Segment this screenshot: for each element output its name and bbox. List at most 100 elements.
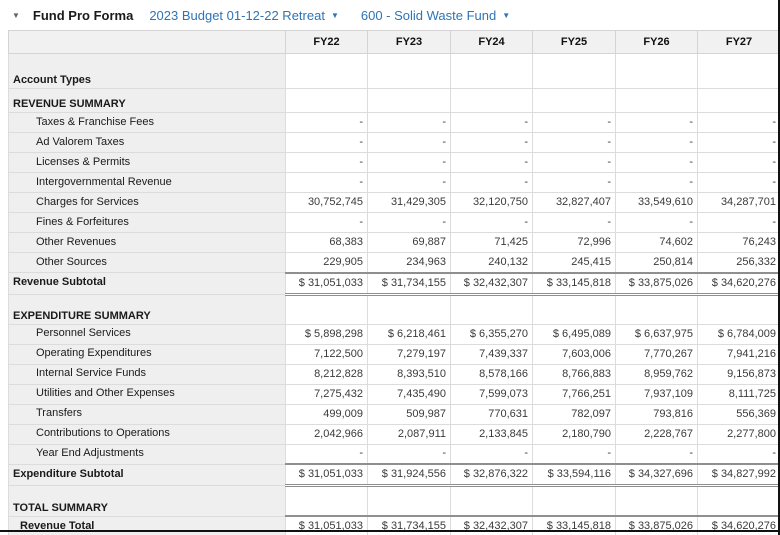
value-cell-fy27	[698, 486, 780, 517]
row-label: Operating Expenditures	[9, 344, 286, 364]
value-cell-fy27: -	[698, 133, 780, 153]
value-cell-fy26: $ 34,327,696	[616, 464, 698, 486]
value-cell-fy27: $ 34,827,992	[698, 464, 780, 486]
row-label: Other Sources	[9, 253, 286, 273]
value-cell-fy22	[286, 54, 368, 89]
fund-selector-dropdown[interactable]: 600 - Solid Waste Fund ▼	[361, 8, 510, 23]
value-cell-fy25	[533, 294, 616, 324]
value-cell-fy22: -	[286, 113, 368, 133]
value-cell-fy23: 509,987	[368, 404, 451, 424]
value-cell-fy22	[286, 486, 368, 517]
table-row-licenses-permits: Licenses & Permits------	[9, 153, 780, 173]
value-cell-fy25: -	[533, 213, 616, 233]
column-header-fy24: FY24	[451, 31, 533, 54]
value-cell-fy27: 34,287,701	[698, 193, 780, 213]
row-label: Ad Valorem Taxes	[9, 133, 286, 153]
value-cell-fy22: -	[286, 153, 368, 173]
row-label: Revenue Subtotal	[9, 273, 286, 295]
value-cell-fy25: 7,603,006	[533, 344, 616, 364]
value-cell-fy26: 2,228,767	[616, 424, 698, 444]
value-cell-fy27: 76,243	[698, 233, 780, 253]
value-cell-fy23: $ 31,734,155	[368, 273, 451, 295]
budget-selector-dropdown[interactable]: 2023 Budget 01-12-22 Retreat ▼	[149, 8, 339, 23]
value-cell-fy27: -	[698, 173, 780, 193]
value-cell-fy24: -	[451, 133, 533, 153]
value-cell-fy22: -	[286, 444, 368, 464]
row-label: EXPENDITURE SUMMARY	[9, 294, 286, 324]
value-cell-fy22: 7,122,500	[286, 344, 368, 364]
row-label: Expenditure Subtotal	[9, 464, 286, 486]
table-row-year-end-adjustments: Year End Adjustments------	[9, 444, 780, 464]
value-cell-fy25: -	[533, 153, 616, 173]
value-cell-fy23: 7,435,490	[368, 384, 451, 404]
window-bottom-edge	[0, 530, 780, 532]
value-cell-fy24	[451, 89, 533, 113]
value-cell-fy25: -	[533, 113, 616, 133]
value-cell-fy24: $ 32,432,307	[451, 516, 533, 535]
value-cell-fy24	[451, 54, 533, 89]
value-cell-fy24: 71,425	[451, 233, 533, 253]
table-row-taxes-franchise-fees: Taxes & Franchise Fees------	[9, 113, 780, 133]
value-cell-fy22: 30,752,745	[286, 193, 368, 213]
value-cell-fy23: $ 31,734,155	[368, 516, 451, 535]
value-cell-fy26: $ 6,637,975	[616, 324, 698, 344]
value-cell-fy25: 8,766,883	[533, 364, 616, 384]
column-header-fy27: FY27	[698, 31, 780, 54]
value-cell-fy27: -	[698, 444, 780, 464]
value-cell-fy25: 7,766,251	[533, 384, 616, 404]
fund-selector-label: 600 - Solid Waste Fund	[361, 8, 496, 23]
value-cell-fy23: -	[368, 444, 451, 464]
value-cell-fy23: 2,087,911	[368, 424, 451, 444]
value-cell-fy22: 2,042,966	[286, 424, 368, 444]
table-row-operating-expenditures: Operating Expenditures7,122,5007,279,197…	[9, 344, 780, 364]
value-cell-fy27: 256,332	[698, 253, 780, 273]
row-label: Account Types	[9, 54, 286, 89]
value-cell-fy24: 770,631	[451, 404, 533, 424]
row-label: Revenue Total	[9, 516, 286, 535]
value-cell-fy23: -	[368, 113, 451, 133]
value-cell-fy25: 245,415	[533, 253, 616, 273]
value-cell-fy24: $ 6,355,270	[451, 324, 533, 344]
value-cell-fy22: -	[286, 133, 368, 153]
value-cell-fy25	[533, 89, 616, 113]
table-row-revenue-total: Revenue Total$ 31,051,033$ 31,734,155$ 3…	[9, 516, 780, 535]
row-label: REVENUE SUMMARY	[9, 89, 286, 113]
value-cell-fy27	[698, 294, 780, 324]
table-row-revenue-subtotal: Revenue Subtotal$ 31,051,033$ 31,734,155…	[9, 273, 780, 295]
value-cell-fy23: $ 6,218,461	[368, 324, 451, 344]
value-cell-fy24: 240,132	[451, 253, 533, 273]
column-header-fy25: FY25	[533, 31, 616, 54]
value-cell-fy25	[533, 54, 616, 89]
collapse-caret-icon[interactable]: ▼	[12, 11, 20, 20]
value-cell-fy25: $ 33,145,818	[533, 273, 616, 295]
table-row-utilities-and-other-expenses: Utilities and Other Expenses7,275,4327,4…	[9, 384, 780, 404]
row-label: Utilities and Other Expenses	[9, 384, 286, 404]
value-cell-fy22	[286, 89, 368, 113]
value-cell-fy23: 31,429,305	[368, 193, 451, 213]
value-cell-fy24: 7,599,073	[451, 384, 533, 404]
value-cell-fy25: $ 33,145,818	[533, 516, 616, 535]
value-cell-fy24	[451, 486, 533, 517]
value-cell-fy26: -	[616, 173, 698, 193]
page-title: Fund Pro Forma	[33, 8, 133, 23]
chevron-down-icon: ▼	[331, 11, 339, 20]
row-label: Transfers	[9, 404, 286, 424]
table-row-intergovernmental-revenue: Intergovernmental Revenue------	[9, 173, 780, 193]
value-cell-fy24: -	[451, 213, 533, 233]
table-row-revenue-summary: REVENUE SUMMARY	[9, 89, 780, 113]
row-label: Taxes & Franchise Fees	[9, 113, 286, 133]
app-window: ▼ Fund Pro Forma 2023 Budget 01-12-22 Re…	[0, 0, 780, 535]
column-header-accounts	[9, 31, 286, 54]
value-cell-fy27: 2,277,800	[698, 424, 780, 444]
value-cell-fy26: $ 33,875,026	[616, 516, 698, 535]
value-cell-fy22: 68,383	[286, 233, 368, 253]
toolbar: ▼ Fund Pro Forma 2023 Budget 01-12-22 Re…	[0, 0, 780, 30]
table-body: Account TypesREVENUE SUMMARYTaxes & Fran…	[9, 54, 780, 535]
value-cell-fy23: 69,887	[368, 233, 451, 253]
value-cell-fy22: -	[286, 173, 368, 193]
value-cell-fy25: -	[533, 173, 616, 193]
value-cell-fy23: 8,393,510	[368, 364, 451, 384]
value-cell-fy26: -	[616, 133, 698, 153]
value-cell-fy23	[368, 89, 451, 113]
table-row-transfers: Transfers499,009509,987770,631782,097793…	[9, 404, 780, 424]
